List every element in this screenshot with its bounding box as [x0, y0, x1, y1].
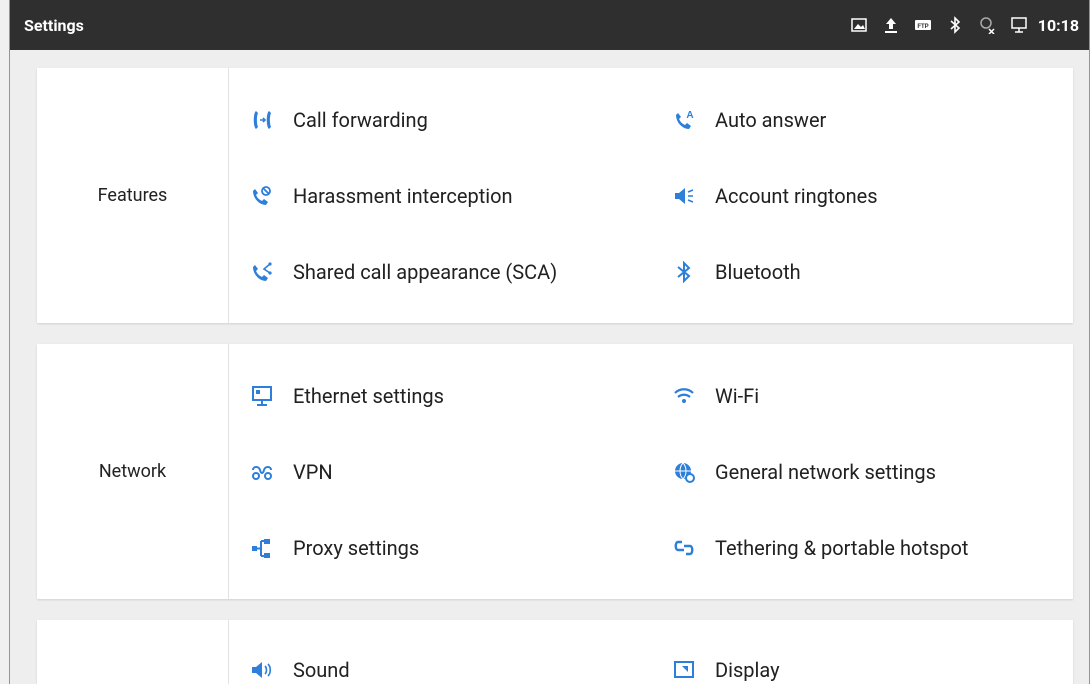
screenshot-icon [850, 16, 868, 34]
auto-answer-label: Auto answer [715, 108, 827, 132]
bluetooth-icon [946, 16, 964, 34]
auto-answer-item[interactable]: A Auto answer [671, 100, 826, 140]
call-forwarding-item[interactable]: Call forwarding [249, 100, 428, 140]
bluetooth-label: Bluetooth [715, 260, 801, 284]
sound-label: Sound [293, 658, 350, 682]
vpn-icon [249, 459, 275, 485]
proxy-icon [249, 535, 275, 561]
proxy-settings-item[interactable]: Proxy settings [249, 528, 419, 568]
account-ringtones-item[interactable]: Account ringtones [671, 176, 878, 216]
general-network-settings-label: General network settings [715, 460, 936, 484]
tethering-hotspot-item[interactable]: Tethering & portable hotspot [671, 528, 968, 568]
network-section: Network Ethernet settings Wi-Fi VPN Gene… [37, 344, 1073, 599]
ethernet-icon [249, 383, 275, 409]
section-label-features: Features [37, 68, 229, 323]
general-network-settings-item[interactable]: General network settings [671, 452, 936, 492]
status-bar: Settings FTP 10:18 [10, 0, 1089, 50]
bluetooth-item[interactable]: Bluetooth [671, 252, 801, 292]
wifi-icon [671, 383, 697, 409]
ethernet-icon [1010, 16, 1028, 34]
harassment-interception-label: Harassment interception [293, 184, 513, 208]
call-forwarding-icon [249, 107, 275, 133]
harassment-interception-icon [249, 183, 275, 209]
vpn-item[interactable]: VPN [249, 452, 333, 492]
sound-item[interactable]: Sound [249, 650, 350, 684]
display-item[interactable]: Display [671, 650, 780, 684]
ftp-icon: FTP [914, 16, 932, 34]
section-label-device [37, 620, 229, 684]
display-label: Display [715, 658, 780, 682]
features-items: Call forwarding A Auto answer Harassment… [229, 68, 1073, 323]
call-forwarding-label: Call forwarding [293, 108, 428, 132]
ethernet-settings-item[interactable]: Ethernet settings [249, 376, 444, 416]
hotspot-icon [671, 535, 697, 561]
device-section: Sound Display [37, 620, 1073, 684]
proxy-settings-label: Proxy settings [293, 536, 420, 560]
svg-text:FTP: FTP [917, 24, 928, 30]
tethering-hotspot-label: Tethering & portable hotspot [715, 536, 969, 560]
ringtone-icon [671, 183, 697, 209]
clock: 10:18 [1037, 15, 1079, 35]
settings-window: Settings FTP 10:18 Features Call forward… [9, 0, 1090, 684]
no-sim-icon [978, 16, 996, 34]
app-title: Settings [24, 15, 84, 35]
shared-call-icon [249, 259, 275, 285]
shared-call-appearance-label: Shared call appearance (SCA) [293, 260, 558, 284]
wifi-item[interactable]: Wi-Fi [671, 376, 759, 416]
auto-answer-icon: A [671, 107, 697, 133]
ethernet-settings-label: Ethernet settings [293, 384, 444, 408]
section-label-network: Network [37, 344, 229, 599]
network-items: Ethernet settings Wi-Fi VPN General netw… [229, 344, 1073, 599]
speaker-icon [249, 657, 275, 683]
svg-text:A: A [686, 110, 693, 121]
status-icons: FTP 10:18 [850, 16, 1079, 35]
bluetooth-icon [671, 259, 697, 285]
harassment-interception-item[interactable]: Harassment interception [249, 176, 513, 216]
vpn-label: VPN [293, 460, 333, 484]
account-ringtones-label: Account ringtones [715, 184, 878, 208]
upload-icon [882, 16, 900, 34]
shared-call-appearance-item[interactable]: Shared call appearance (SCA) [249, 252, 557, 292]
wifi-label: Wi-Fi [715, 384, 760, 408]
globe-gear-icon [671, 459, 697, 485]
features-section: Features Call forwarding A Auto answer H… [37, 68, 1073, 323]
device-items: Sound Display [229, 620, 1073, 684]
display-icon [671, 657, 697, 683]
